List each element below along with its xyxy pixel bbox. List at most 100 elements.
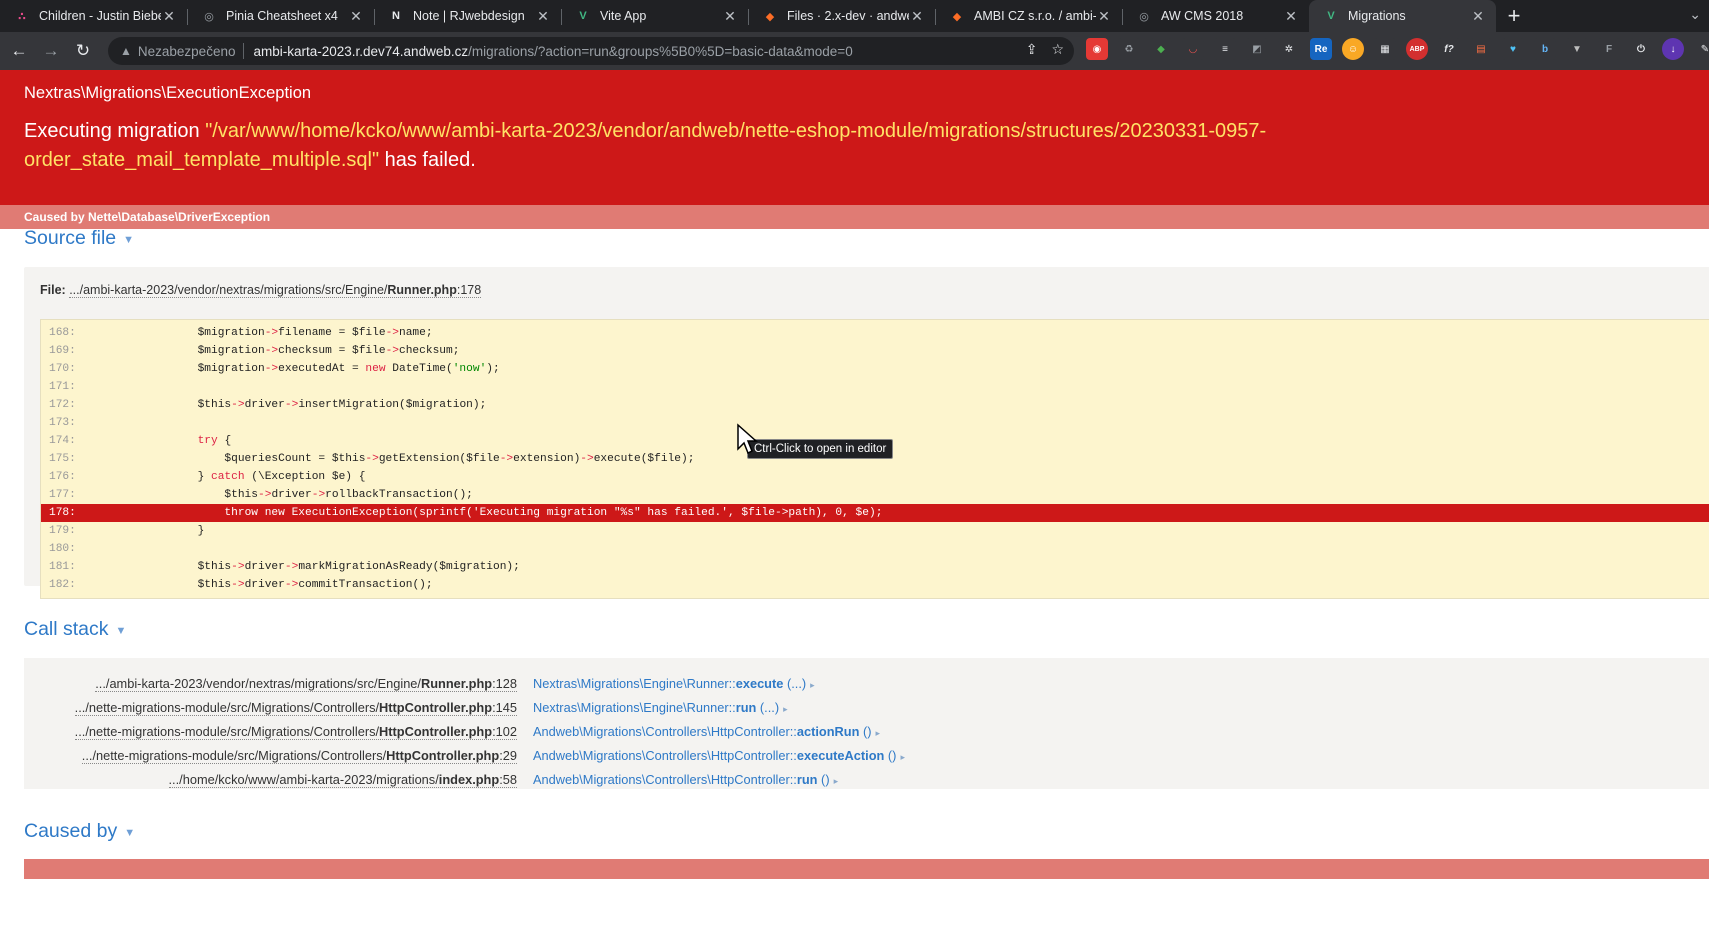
close-icon[interactable]: ✕ xyxy=(1283,8,1299,25)
tab-5[interactable]: ◆ Files · 2.x-dev · andweb / n✕ xyxy=(748,0,935,32)
warning-icon[interactable]: ▲ xyxy=(120,44,132,58)
stack-file-link[interactable]: .../nette-migrations-module/src/Migratio… xyxy=(24,720,533,744)
security-label[interactable]: Nezabezpečeno xyxy=(138,44,236,59)
caused-by-header[interactable] xyxy=(24,859,1709,879)
line-number: 182: xyxy=(49,579,76,591)
extension-icon[interactable]: f? xyxy=(1438,38,1460,60)
tab-8[interactable]: V Migrations ✕ xyxy=(1309,0,1496,32)
line-number: 181: xyxy=(49,561,76,573)
stack-file-link[interactable]: .../nette-migrations-module/src/Migratio… xyxy=(24,744,533,768)
stack-call-toggle[interactable]: Andweb\Migrations\Controllers\HttpContro… xyxy=(533,768,838,792)
stack-call-toggle[interactable]: Nextras\Migrations\Engine\Runner::execut… xyxy=(533,672,815,696)
editor-tooltip: Ctrl-Click to open in editor xyxy=(747,439,894,459)
tab-4[interactable]: V Vite App ✕ xyxy=(561,0,748,32)
bookmark-star-icon[interactable]: ☆ xyxy=(1051,41,1064,58)
extension-icon[interactable]: ▤ xyxy=(1470,38,1492,60)
line-number: 173: xyxy=(49,417,76,429)
close-icon[interactable]: ✕ xyxy=(161,8,177,25)
pocket-icon[interactable]: ◡ xyxy=(1182,38,1204,60)
code-line[interactable]: 177: $this->driver->rollbackTransaction(… xyxy=(41,486,1709,504)
stack-args: () xyxy=(859,724,872,739)
close-icon[interactable]: ✕ xyxy=(722,8,738,25)
stack-file-name: Runner.php xyxy=(420,676,493,691)
stack-call-toggle[interactable]: Andweb\Migrations\Controllers\HttpContro… xyxy=(533,744,905,768)
puzzle-icon[interactable]: ✎ xyxy=(1694,38,1709,60)
source-file-toggle[interactable]: Source file ▼ xyxy=(24,227,134,250)
close-icon[interactable]: ✕ xyxy=(909,8,925,25)
code-line[interactable]: 171: xyxy=(41,378,1709,396)
tab-7[interactable]: ◎ AW CMS 2018 ✕ xyxy=(1122,0,1309,32)
line-number: 179: xyxy=(49,525,76,537)
code-line[interactable]: 176: } catch (\Exception $e) { xyxy=(41,468,1709,486)
code-line[interactable]: 181: $this->driver->markMigrationAsReady… xyxy=(41,558,1709,576)
code-line[interactable]: 180: xyxy=(41,540,1709,558)
extension-icon[interactable]: ▦ xyxy=(1374,38,1396,60)
extension-icon[interactable]: F xyxy=(1598,38,1620,60)
back-icon[interactable]: ← xyxy=(6,38,32,64)
tab-search-icon[interactable]: ⌄ xyxy=(1689,6,1701,23)
file-path[interactable]: .../ambi-karta-2023/vendor/nextras/migra… xyxy=(69,283,482,298)
stack-class: Andweb\Migrations\Controllers\HttpContro… xyxy=(533,772,797,787)
stack-file-dir: .../nette-migrations-module/src/Migratio… xyxy=(74,700,380,715)
close-icon[interactable]: ✕ xyxy=(1096,8,1112,25)
stack-call-toggle[interactable]: Andweb\Migrations\Controllers\HttpContro… xyxy=(533,720,880,744)
forward-icon[interactable]: → xyxy=(38,38,64,64)
tab-6[interactable]: ◆ AMBI CZ s.r.o. / ambi-karta✕ xyxy=(935,0,1122,32)
extension-icon[interactable]: ≡ xyxy=(1214,38,1236,60)
stack-file-link[interactable]: .../home/kcko/www/ambi-karta-2023/migrat… xyxy=(24,768,533,792)
new-tab-button[interactable]: + xyxy=(1496,0,1532,32)
extension-icon[interactable]: ◆ xyxy=(1150,38,1172,60)
close-icon[interactable]: ✕ xyxy=(348,8,364,25)
heart-icon[interactable]: ♥ xyxy=(1502,38,1524,60)
address-bar[interactable]: ▲ Nezabezpečeno ambi-karta-2023.r.dev74.… xyxy=(108,37,1074,65)
stack-call-toggle[interactable]: Nextras\Migrations\Engine\Runner::run (.… xyxy=(533,696,788,720)
triangle-right-icon: ▸ xyxy=(875,728,881,738)
close-icon[interactable]: ✕ xyxy=(535,8,551,25)
code-line[interactable]: 179: } xyxy=(41,522,1709,540)
source-file-link[interactable]: File: .../ambi-karta-2023/vendor/nextras… xyxy=(24,267,1709,298)
power-icon[interactable]: ⏻ xyxy=(1630,38,1652,60)
code-line-highlighted[interactable]: 178: throw new ExecutionException(sprint… xyxy=(41,504,1709,522)
divider xyxy=(243,43,245,59)
reload-icon[interactable]: ↻ xyxy=(70,38,96,64)
recycle-icon[interactable]: ♻ xyxy=(1118,38,1140,60)
close-icon[interactable]: ✕ xyxy=(1470,8,1486,25)
caused-by-link[interactable]: Caused by Nette\Database\DriverException xyxy=(0,205,1709,229)
file-line-number: :178 xyxy=(456,283,482,297)
code-line[interactable]: 169: $migration->checksum = $file->check… xyxy=(41,342,1709,360)
stack-file-link[interactable]: .../ambi-karta-2023/vendor/nextras/migra… xyxy=(24,672,533,696)
code-text: $migration->filename = $file->name; xyxy=(117,327,433,339)
code-line[interactable]: 173: xyxy=(41,414,1709,432)
section-title: Source file xyxy=(24,227,117,249)
gear-icon[interactable]: ✲ xyxy=(1278,38,1300,60)
tab-3[interactable]: N Note | RJwebdesign ✕ xyxy=(374,0,561,32)
stack-method: executeAction xyxy=(796,748,885,763)
stack-method: run xyxy=(796,772,818,787)
extension-icon[interactable]: ◩ xyxy=(1246,38,1268,60)
tab-2[interactable]: ◎ Pinia Cheatsheet x4 ✕ xyxy=(187,0,374,32)
message-path: "/var/www/home/kcko/www/ambi-karta-2023/… xyxy=(24,120,1267,171)
caused-by-toggle[interactable]: Caused by ▼ xyxy=(24,820,135,843)
stack-file-name: HttpController.php xyxy=(386,748,500,763)
code-line[interactable]: 170: $migration->executedAt = new DateTi… xyxy=(41,360,1709,378)
mouse-cursor-icon xyxy=(737,423,758,455)
call-stack-toggle[interactable]: Call stack ▼ xyxy=(24,618,126,641)
extension-icon[interactable]: b xyxy=(1534,38,1556,60)
tab-1[interactable]: ∴ Children - Justin Bieber - D✕ xyxy=(0,0,187,32)
stack-method: execute xyxy=(735,676,784,691)
triangle-right-icon: ▸ xyxy=(900,752,905,762)
extension-icon[interactable]: ☺ xyxy=(1342,38,1364,60)
extension-icon[interactable]: ↓ xyxy=(1662,38,1684,60)
share-icon[interactable]: ⇪ xyxy=(1026,41,1038,58)
extension-icon[interactable]: ◉ xyxy=(1086,38,1108,60)
code-block[interactable]: 168: $migration->filename = $file->name;… xyxy=(40,319,1709,599)
code-line[interactable]: 182: $this->driver->commitTransaction(); xyxy=(41,576,1709,594)
adblock-icon[interactable]: ABP xyxy=(1406,38,1428,60)
extension-icon[interactable]: ▼ xyxy=(1566,38,1588,60)
extension-icon[interactable]: Re xyxy=(1310,38,1332,60)
gitlab-icon: ◆ xyxy=(952,10,962,23)
stack-file-link[interactable]: .../nette-migrations-module/src/Migratio… xyxy=(24,696,533,720)
code-text: $this->driver->insertMigration($migratio… xyxy=(117,399,487,411)
code-line[interactable]: 168: $migration->filename = $file->name; xyxy=(41,324,1709,342)
code-line[interactable]: 172: $this->driver->insertMigration($mig… xyxy=(41,396,1709,414)
